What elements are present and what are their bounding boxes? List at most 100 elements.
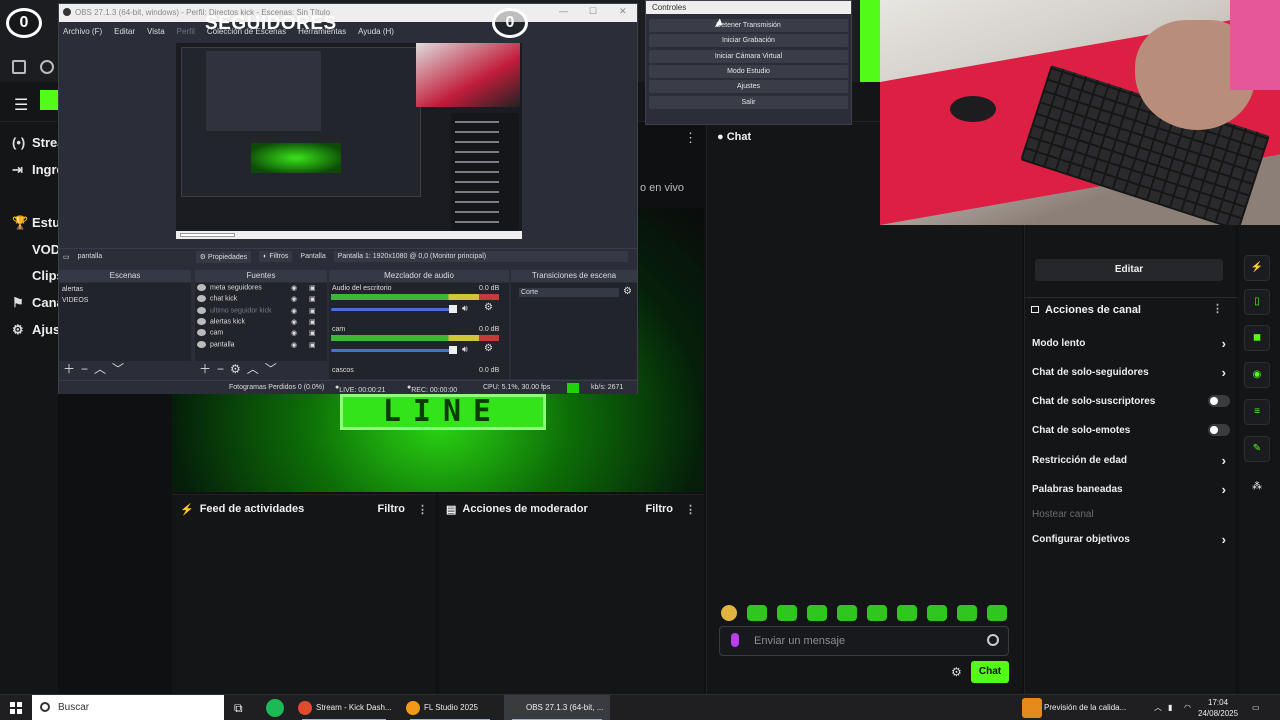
volume-slider[interactable]: [331, 308, 456, 311]
sidebar-item[interactable]: ⇥ Ingre: [12, 162, 64, 178]
visibility-eye-icon[interactable]: ◉: [291, 329, 297, 337]
toggle-switch[interactable]: [1208, 424, 1230, 436]
setting-row[interactable]: Chat de solo-seguidores ›: [1032, 365, 1230, 380]
sidebar-item[interactable]: VOD: [12, 242, 60, 257]
document-icon[interactable]: ▯: [1244, 289, 1270, 315]
setting-row[interactable]: Restricción de edad ›: [1032, 453, 1230, 468]
kick-logo[interactable]: [40, 90, 58, 110]
wifi-icon[interactable]: ◠: [1184, 695, 1191, 720]
chat-settings-icon[interactable]: ⚙: [951, 665, 962, 679]
chevron-right-icon[interactable]: ›: [1222, 482, 1226, 497]
taskbar-clock[interactable]: 17:04 24/08/2025: [1198, 697, 1238, 719]
emote-icon[interactable]: [927, 605, 947, 621]
volume-slider[interactable]: [331, 349, 456, 352]
maximize-icon[interactable]: ☐: [589, 6, 597, 17]
transition-select[interactable]: Corte: [519, 288, 619, 297]
obs-menu-item[interactable]: Editar: [114, 27, 135, 36]
windows-start-icon[interactable]: [10, 702, 22, 714]
lock-icon[interactable]: ▣: [309, 329, 316, 337]
emote-icon[interactable]: [897, 605, 917, 621]
chevron-right-icon[interactable]: ›: [1222, 532, 1226, 547]
source-item[interactable]: ultimo seguidor kick ◉ ▣: [197, 306, 331, 317]
mixer-settings-icon[interactable]: ⚙: [484, 302, 493, 313]
tray-chevron-icon[interactable]: ︿: [1154, 695, 1162, 720]
obs-menu-item[interactable]: Ayuda (H): [358, 27, 394, 36]
control-button[interactable]: Salir: [649, 95, 848, 109]
sidebar-item[interactable]: 🏆 Estu: [12, 215, 60, 231]
setting-row[interactable]: Chat de solo-emotes: [1032, 424, 1230, 436]
emote-icon[interactable]: [807, 605, 827, 621]
taskbar-app[interactable]: OBS 27.1.3 (64-bit, ...: [504, 695, 610, 720]
chevron-right-icon[interactable]: ›: [1222, 453, 1226, 468]
broadcast-icon[interactable]: ◉: [1244, 362, 1270, 388]
menu-icon[interactable]: ☰: [14, 95, 28, 115]
microphone-icon[interactable]: [731, 633, 739, 647]
filters-button[interactable]: ◐ Filtros: [259, 251, 293, 262]
emoji-icon[interactable]: [987, 634, 999, 646]
sidebar-item[interactable]: (•) Strea: [12, 135, 65, 150]
control-button[interactable]: Iniciar Cámara Virtual: [649, 49, 848, 63]
emote-icon[interactable]: [777, 605, 797, 621]
control-button[interactable]: Iniciar Grabación: [649, 34, 848, 48]
lock-icon[interactable]: ▣: [309, 341, 316, 349]
emote-icon[interactable]: [837, 605, 857, 621]
scene-item[interactable]: alertas: [62, 286, 83, 293]
stack-icon[interactable]: ≡: [1244, 399, 1270, 425]
emote-icon[interactable]: [867, 605, 887, 621]
lock-icon[interactable]: ▣: [309, 307, 316, 315]
setting-row[interactable]: Palabras baneadas ›: [1032, 482, 1230, 497]
emote-icon[interactable]: [721, 605, 737, 621]
chrome-icon[interactable]: [40, 60, 54, 74]
source-item[interactable]: cam ◉ ▣: [197, 329, 331, 339]
source-item[interactable]: meta seguidores ◉ ▣: [197, 284, 331, 294]
chevron-right-icon[interactable]: ›: [1222, 336, 1226, 351]
notification-icon[interactable]: ▭: [1252, 695, 1260, 720]
visibility-eye-icon[interactable]: ◉: [291, 341, 297, 349]
weather-text[interactable]: Previsión de la calida...: [1044, 695, 1126, 720]
feed-more-icon[interactable]: ⋮: [417, 503, 428, 516]
visibility-eye-icon[interactable]: ◉: [291, 284, 297, 292]
taskbar-search[interactable]: Buscar: [32, 695, 224, 720]
control-button[interactable]: Modo Estudio: [649, 64, 848, 78]
feed-filter-button[interactable]: Filtro: [378, 503, 406, 515]
message-icon[interactable]: ◼: [1244, 325, 1270, 351]
bolt-icon[interactable]: ⚡: [1244, 255, 1270, 281]
speaker-icon[interactable]: 🔊︎: [462, 344, 468, 355]
sidebar-item[interactable]: Clips: [12, 268, 64, 283]
emote-icon[interactable]: [747, 605, 767, 621]
source-controls[interactable]: ＋−⚙︿﹀: [199, 360, 283, 377]
setting-row[interactable]: Modo lento ›: [1032, 336, 1230, 351]
volume-slider-handle[interactable]: [449, 305, 457, 313]
emote-icon[interactable]: [987, 605, 1007, 621]
minimize-icon[interactable]: —: [559, 6, 568, 16]
microphone-tray-icon[interactable]: ▮: [1168, 695, 1172, 720]
control-button[interactable]: Detener Transmisión: [649, 19, 848, 32]
wrench-icon[interactable]: ✎: [1244, 436, 1270, 462]
nodes-icon[interactable]: ⁂: [1244, 475, 1270, 501]
lock-icon[interactable]: ▣: [309, 318, 316, 326]
visibility-eye-icon[interactable]: ◉: [291, 307, 297, 315]
chat-message-input[interactable]: Enviar un mensaje: [719, 626, 1009, 656]
chat-send-button[interactable]: Chat: [971, 661, 1009, 683]
source-item[interactable]: alertas kick ◉ ▣: [197, 317, 331, 328]
obs-menu-item[interactable]: Perfil: [177, 27, 195, 36]
channel-actions-more-icon[interactable]: ⋮: [1212, 302, 1223, 315]
visibility-eye-icon[interactable]: ◉: [291, 295, 297, 303]
mod-filter-button[interactable]: Filtro: [646, 503, 674, 515]
taskbar-app[interactable]: FL Studio 2025: [402, 695, 498, 720]
tab-grid-icon[interactable]: [12, 60, 26, 74]
toggle-switch[interactable]: [1208, 395, 1230, 407]
obs-preview[interactable]: [176, 43, 522, 239]
transition-settings-icon[interactable]: ⚙: [623, 286, 632, 297]
mod-more-icon[interactable]: ⋮: [685, 503, 696, 516]
properties-button[interactable]: ⚙ Propiedades: [195, 250, 252, 263]
chevron-right-icon[interactable]: ›: [1222, 365, 1226, 380]
scene-item[interactable]: VIDEOS: [62, 297, 88, 304]
obs-menu-item[interactable]: Archivo (F): [63, 27, 102, 36]
visibility-eye-icon[interactable]: ◉: [291, 318, 297, 326]
setting-row[interactable]: Chat de solo-suscriptores: [1032, 395, 1230, 407]
close-icon[interactable]: ✕: [619, 6, 627, 17]
taskbar-app[interactable]: Stream - Kick Dash...: [294, 695, 394, 720]
setting-row[interactable]: Configurar objetivos ›: [1032, 532, 1230, 547]
control-button[interactable]: Ajustes: [649, 80, 848, 94]
